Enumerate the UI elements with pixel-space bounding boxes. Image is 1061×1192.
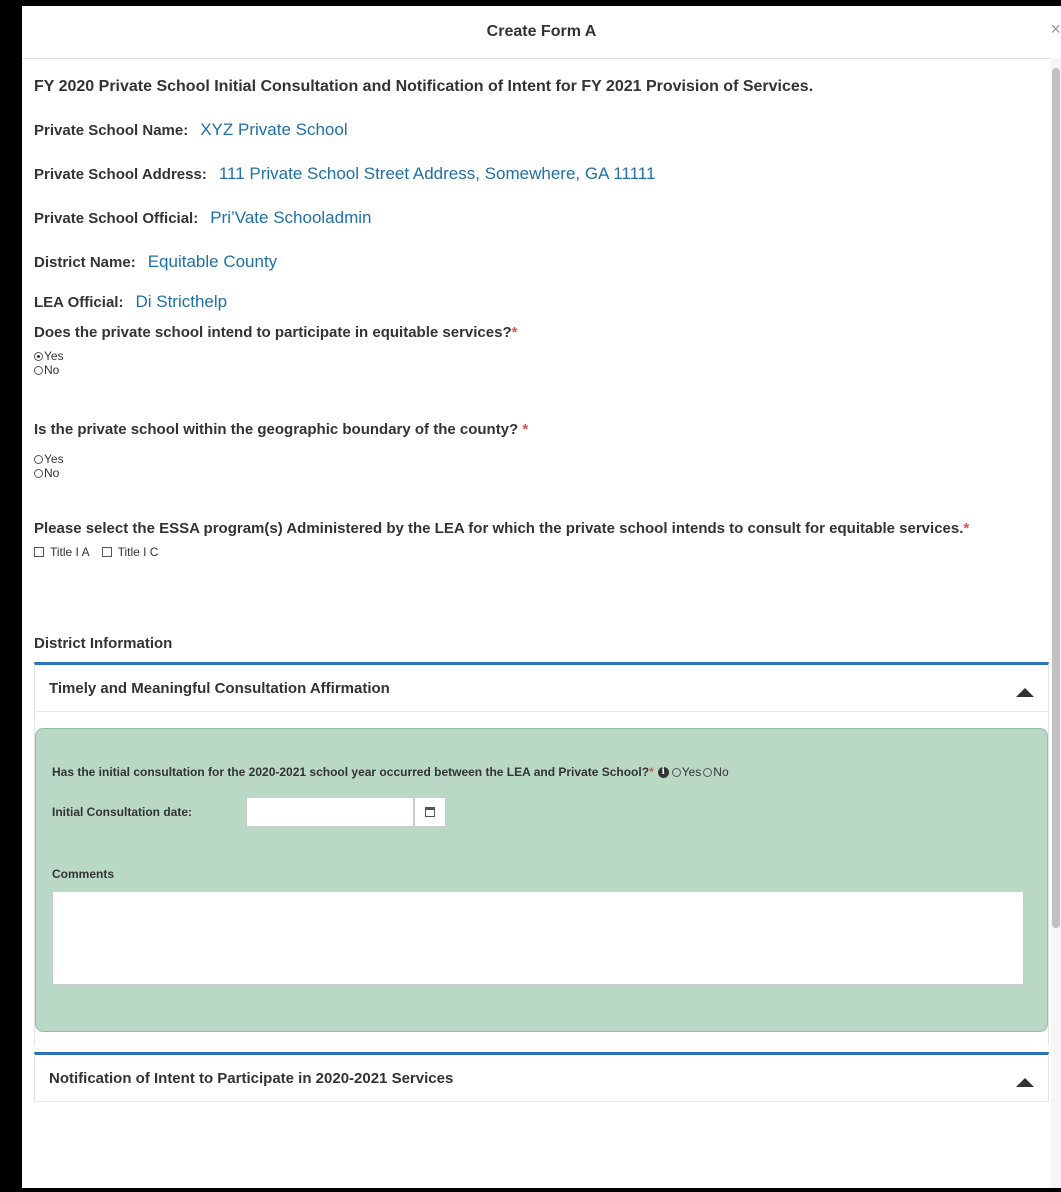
close-icon[interactable]: × [1050, 20, 1061, 38]
radio-button[interactable] [34, 468, 43, 478]
question-text: Does the private school intend to partic… [34, 324, 512, 341]
panel-title: Notification of Intent to Participate in… [49, 1069, 454, 1087]
scrollbar[interactable] [1051, 58, 1061, 1188]
caret-up-icon[interactable] [1016, 1077, 1034, 1087]
field-value: Di Stricthelp [135, 292, 228, 311]
consultation-date-input[interactable] [246, 797, 414, 827]
info-icon[interactable]: i [657, 766, 669, 778]
radio-button[interactable] [34, 454, 43, 464]
modal-title: Create Form A [486, 23, 597, 40]
required-marker: * [511, 324, 518, 341]
title-1c-option[interactable]: Title I C [101, 545, 159, 559]
option-label: Yes [44, 349, 64, 363]
screenshot-frame: Create Form A × FY 2020 Private School I… [0, 0, 1061, 1192]
question-text: Please select the ESSA program(s) Admini… [34, 520, 964, 537]
participate-question: Does the private school intend to partic… [34, 324, 1047, 341]
form-heading: FY 2020 Private School Initial Consultat… [34, 78, 814, 95]
panel-title: Timely and Meaningful Consultation Affir… [49, 679, 390, 697]
field-label: Private School Address: [34, 166, 207, 183]
boundary-options: Yes No [34, 452, 1047, 480]
boundary-no-option[interactable]: No [34, 466, 1047, 480]
option-label: Yes [681, 765, 702, 779]
field-value: Pri’Vate Schooladmin [210, 208, 372, 227]
option-label: No [44, 466, 60, 480]
radio-button[interactable] [671, 767, 681, 777]
private-school-name-row: Private School Name: XYZ Private School [34, 120, 1047, 140]
title-1a-option[interactable]: Title I A [34, 545, 90, 559]
option-label: No [713, 765, 729, 779]
question-text: Has the initial consultation for the 202… [52, 765, 650, 779]
district-name-row: District Name: Equitable County [34, 252, 1047, 272]
notification-of-intent-header[interactable]: Notification of Intent to Participate in… [35, 1055, 1048, 1102]
private-school-official-row: Private School Official: Pri’Vate School… [34, 208, 1047, 228]
option-label: No [44, 363, 60, 377]
checkbox[interactable] [101, 547, 112, 557]
private-school-address-row: Private School Address: 111 Private Scho… [34, 164, 1047, 184]
field-value: XYZ Private School [200, 120, 348, 139]
question-text: Is the private school within the geograp… [34, 421, 519, 438]
caret-up-icon[interactable] [1016, 687, 1034, 697]
participate-no-option[interactable]: No [34, 363, 1047, 377]
consultation-affirmation-header[interactable]: Timely and Meaningful Consultation Affir… [35, 665, 1048, 712]
participate-yes-option[interactable]: Yes [34, 349, 1047, 363]
comments-textarea[interactable] [52, 891, 1024, 985]
consultation-affirmation-panel: Timely and Meaningful Consultation Affir… [34, 662, 1049, 1046]
option-label: Title I C [117, 545, 159, 559]
required-marker: * [518, 421, 529, 438]
consultation-no-option[interactable]: No [703, 765, 729, 779]
modal-header: Create Form A × [22, 6, 1061, 59]
field-label: LEA Official: [34, 294, 124, 311]
field-label: Private School Official: [34, 210, 199, 227]
checkbox[interactable] [34, 547, 44, 557]
modal-body: FY 2020 Private School Initial Consultat… [34, 58, 1049, 1102]
boundary-yes-option[interactable]: Yes [34, 452, 1047, 466]
required-marker: * [649, 765, 654, 779]
field-label: Private School Name: [34, 122, 189, 139]
radio-button[interactable] [34, 365, 43, 375]
option-label: Title I A [50, 545, 90, 559]
create-form-modal: Create Form A × FY 2020 Private School I… [22, 6, 1061, 1188]
field-label: District Name: [34, 254, 136, 271]
boundary-question: Is the private school within the geograp… [34, 421, 1047, 438]
field-value: Equitable County [147, 252, 278, 271]
lea-official-row: LEA Official: Di Stricthelp [34, 292, 1047, 312]
scrollbar-thumb[interactable] [1052, 68, 1060, 928]
comments-label: Comments [52, 867, 115, 881]
radio-button[interactable] [34, 351, 43, 361]
panel-footer-space [35, 1032, 1048, 1046]
district-information-heading: District Information [34, 635, 173, 652]
option-label: Yes [44, 452, 64, 466]
consultation-yes-option[interactable]: Yes [671, 765, 702, 779]
initial-consultation-question: Has the initial consultation for the 202… [52, 765, 731, 779]
consultation-date-label: Initial Consultation date: [52, 805, 192, 819]
calendar-button[interactable] [414, 797, 446, 827]
radio-button[interactable] [703, 767, 713, 777]
consultation-affirmation-body: Has the initial consultation for the 202… [35, 728, 1048, 1032]
essa-programs-question: Please select the ESSA program(s) Admini… [34, 520, 1047, 537]
field-value: 111 Private School Street Address, Somew… [218, 164, 656, 183]
required-marker: * [963, 520, 970, 537]
participate-options: Yes No [34, 349, 1047, 377]
essa-programs-options: Title I A Title I C [34, 545, 1047, 559]
notification-of-intent-panel: Notification of Intent to Participate in… [34, 1052, 1049, 1102]
calendar-icon [425, 807, 435, 817]
